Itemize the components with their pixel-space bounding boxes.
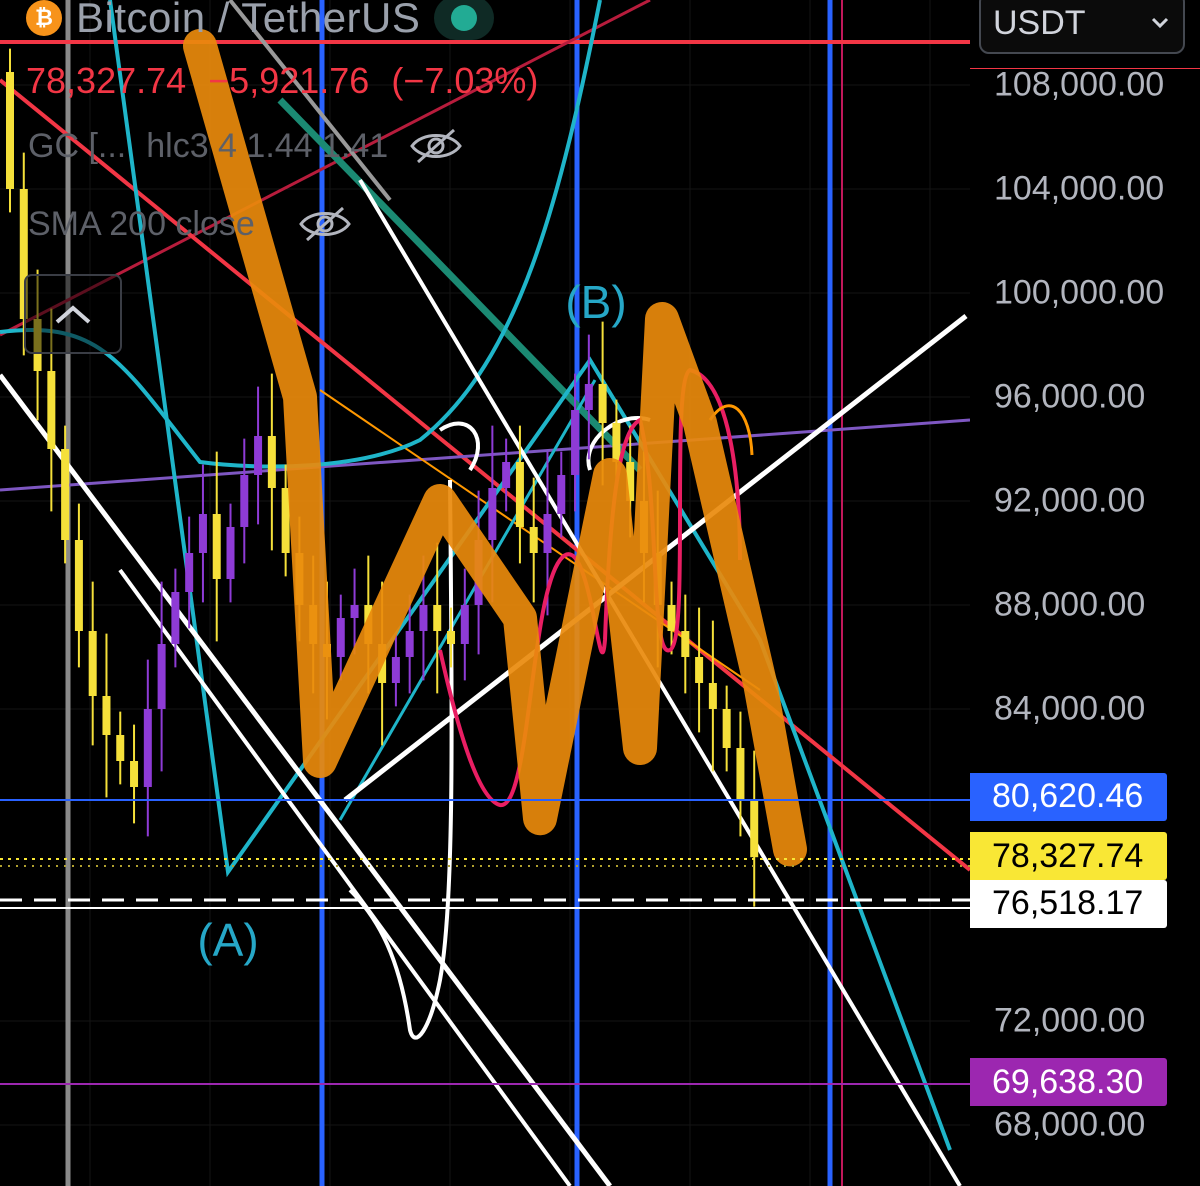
candle-body [612,423,621,462]
price-chart-canvas[interactable] [0,0,970,1186]
candle-body [571,410,580,475]
gray-diagonal [228,0,392,202]
candle-body [405,631,414,657]
candle-body [143,709,152,787]
purple-trend-line [0,418,970,492]
orange-hand-drawn-wave [183,29,807,867]
candle-body [736,748,745,800]
candle-body [681,631,690,657]
candle-body [350,605,359,618]
candle-body [267,436,276,488]
price-tick-label: 108,000.00 [994,65,1165,104]
candle-body [171,592,180,644]
price-tick-label: 104,000.00 [994,169,1165,208]
candle-body [254,436,263,475]
price-axis[interactable]: 108,000.00 104,000.00 100,000.00 96,000.00 9… [970,0,1200,1186]
candle-body [433,605,442,631]
candle-body [695,657,704,683]
candle-body [47,371,56,449]
candle-body [74,540,83,631]
chevron-up-icon [55,305,91,324]
candle-body [185,553,194,592]
price-tick-label: 92,000.00 [994,481,1146,520]
wave-label-b: (B) [565,276,627,328]
candle-body [667,605,676,631]
candle-body [460,605,469,644]
collapse-legend-button[interactable] [24,274,122,354]
candle-body [102,696,111,735]
candle-body [488,488,497,540]
candle-body [557,475,566,514]
candle-body [281,488,290,553]
candle-body [61,449,70,540]
price-tag[interactable]: 69,638.30 [970,1058,1167,1107]
candle-body [584,384,593,410]
candle-body [226,527,235,579]
candle-body [198,514,207,553]
white-diagonal-2 [118,568,572,1186]
candle-body [722,709,731,748]
candle-body [708,683,717,709]
price-tick-label: 96,000.00 [994,377,1146,416]
candle-body [212,514,221,579]
price-tag[interactable]: 76,518.17 [970,879,1167,928]
price-tick-label: 100,000.00 [994,273,1165,312]
candle-body [447,631,456,644]
price-tick-label: 88,000.00 [994,585,1146,624]
price-tag[interactable]: 80,620.46 [970,772,1167,821]
candle-body [336,618,345,657]
candle-body [240,475,249,527]
white-small-arc-1 [438,421,481,472]
candle-body [116,735,125,761]
candle-body [6,72,14,189]
candle-body [419,605,428,631]
price-tick-label: 72,000.00 [994,1001,1146,1040]
candle-body [598,384,607,423]
wave-label-a: (A) [197,914,259,966]
candle-body [391,657,400,683]
candle-body [130,761,139,787]
candle-body [88,631,97,696]
candle-body [502,462,511,488]
candle-body [543,514,552,553]
price-tick-label: 68,000.00 [994,1105,1146,1144]
candle-body [157,644,166,709]
candle-body [515,462,524,527]
candle-body [750,800,759,858]
price-tick-label: 84,000.00 [994,689,1146,728]
candle-body [529,527,538,553]
price-tag[interactable]: 78,327.74 [970,832,1167,881]
